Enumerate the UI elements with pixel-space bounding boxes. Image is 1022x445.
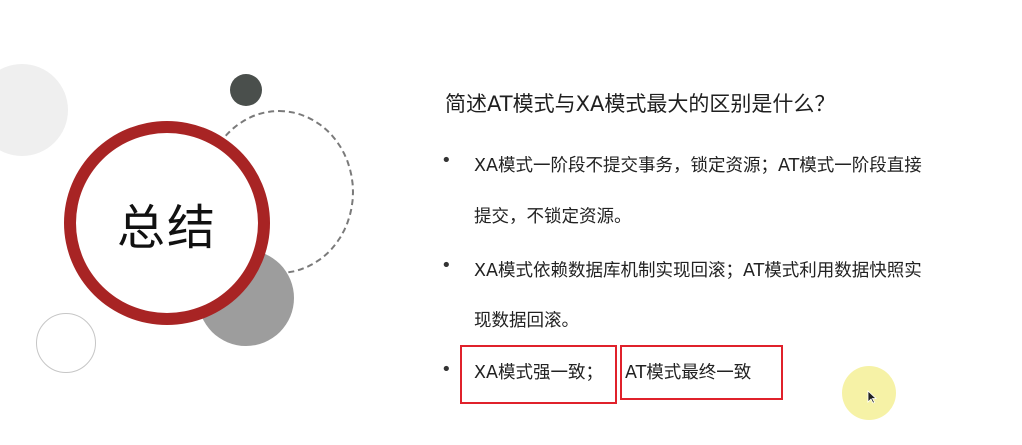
mouse-cursor-icon xyxy=(867,390,877,404)
bullet-2-line-1: XA模式依赖数据库机制实现回滚；AT模式利用数据快照实 xyxy=(474,261,922,281)
question-title: 简述AT模式与XA模式最大的区别是什么？ xyxy=(445,92,836,116)
highlight-box-at xyxy=(620,345,783,400)
decorative-circle-dark xyxy=(230,74,262,106)
bullet-marker: • xyxy=(441,359,452,380)
summary-badge: 总结 xyxy=(64,121,270,325)
bullet-1-line-1: XA模式一阶段不提交事务，锁定资源；AT模式一阶段直接 xyxy=(474,156,922,176)
decorative-circle-outline xyxy=(36,313,96,373)
highlight-box-xa xyxy=(460,345,617,404)
summary-badge-label: 总结 xyxy=(116,200,217,256)
bullet-2-line-2: 现数据回滚。 xyxy=(474,311,579,331)
decorative-circle-light xyxy=(0,64,68,156)
bullet-1-line-2: 提交，不锁定资源。 xyxy=(474,207,632,227)
bullet-marker: • xyxy=(441,150,452,171)
bullet-marker: • xyxy=(441,255,452,276)
